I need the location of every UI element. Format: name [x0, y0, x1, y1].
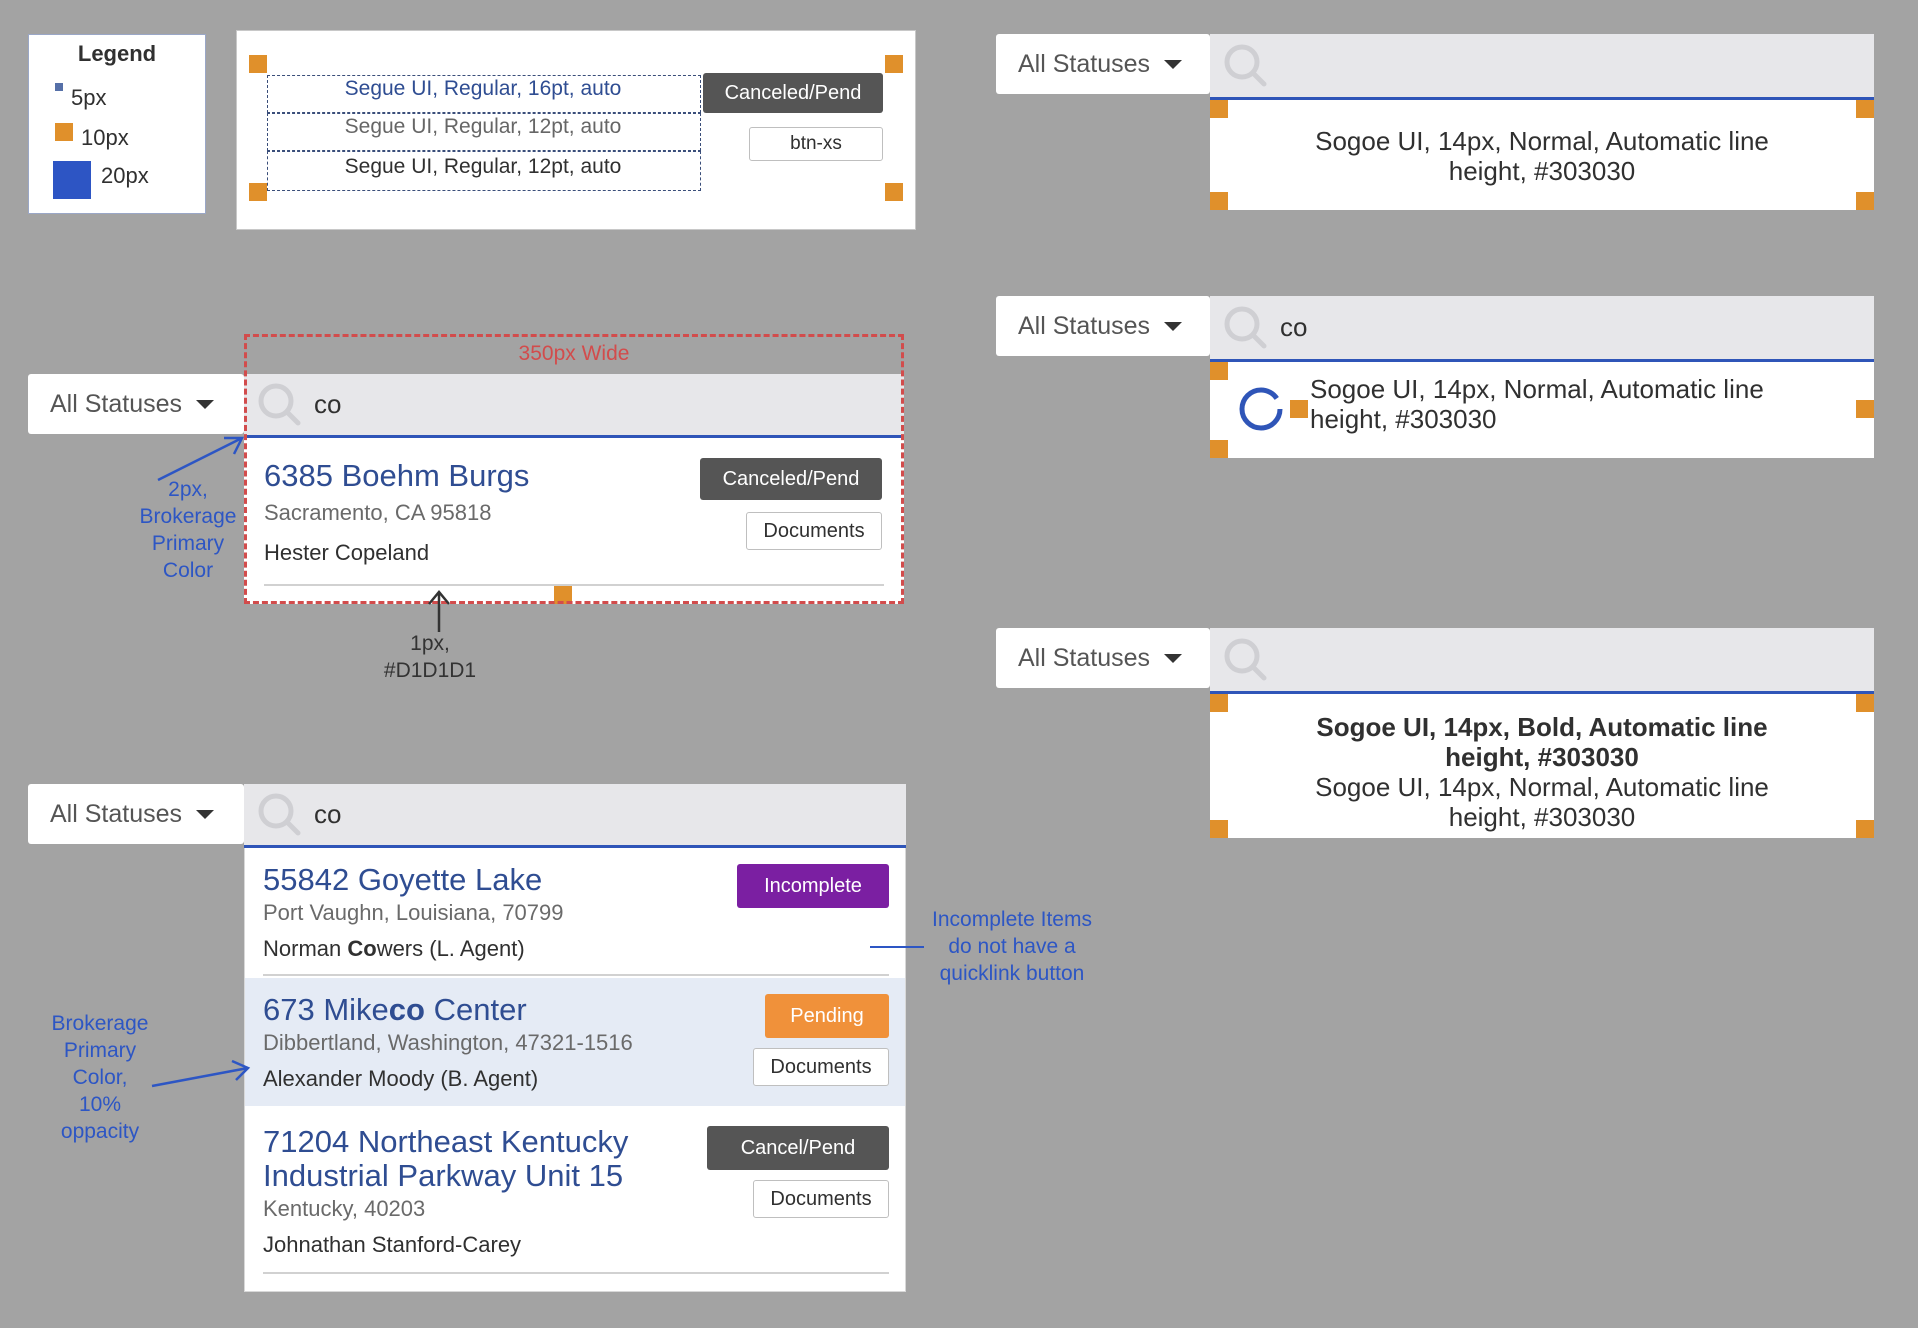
caret-down-icon	[196, 399, 215, 409]
divider	[263, 1272, 889, 1274]
list-item-highlighted[interactable]: 673 Mikeco Center Dibbertland, Washingto…	[245, 978, 905, 1106]
marker	[1290, 400, 1308, 418]
spec-line-3: Segue UI, Regular, 12pt, auto	[344, 155, 622, 178]
marker	[1856, 694, 1874, 712]
result-agent: Norman Cowers (L. Agent)	[263, 936, 525, 961]
result-title[interactable]: 673 Mikeco Center	[263, 992, 527, 1028]
marker	[1210, 362, 1228, 380]
search-match: co	[388, 992, 425, 1027]
incomplete-note-line	[870, 946, 924, 948]
width-guide	[244, 334, 904, 604]
search-icon	[258, 793, 301, 835]
search-icon	[1224, 638, 1267, 680]
state-text: Sogoe UI, 14px, Normal, Automatic line h…	[1310, 374, 1764, 434]
caret-down-icon	[1164, 59, 1183, 69]
legend-swatch-5px	[55, 83, 63, 91]
legend-swatch-10px	[55, 123, 73, 141]
marker	[1856, 400, 1874, 418]
marker	[1856, 192, 1874, 210]
highlight-arrow	[151, 1059, 251, 1088]
search-bar[interactable]: co	[244, 784, 906, 848]
status-filter-dropdown[interactable]: All Statuses	[996, 628, 1210, 688]
divider-note: 1px, #D1D1D1	[383, 632, 477, 682]
legend-label-10px: 10px	[81, 125, 129, 150]
list-item[interactable]: 55842 Goyette Lake Port Vaughn, Louisian…	[245, 848, 905, 976]
legend-label-20px: 20px	[101, 163, 149, 188]
search-input[interactable]: co	[1280, 312, 1307, 343]
status-badge[interactable]: Canceled/Pend	[703, 73, 883, 113]
state-panel-no-results: Sogoe UI, 14px, Bold, Automatic line hei…	[1210, 694, 1874, 838]
search-bar[interactable]	[1210, 34, 1874, 100]
legend-label-5px: 5px	[71, 85, 107, 110]
result-address: Port Vaughn, Louisiana, 70799	[263, 900, 564, 925]
marker	[1856, 100, 1874, 118]
result-agent: Johnathan Stanford-Carey	[263, 1232, 522, 1257]
search-icon	[1224, 306, 1267, 348]
marker	[885, 183, 903, 201]
divider	[263, 974, 889, 976]
status-badge[interactable]: Incomplete	[737, 864, 889, 908]
caret-down-icon	[196, 809, 215, 819]
result-title-line-1[interactable]: 71204 Northeast Kentucky	[263, 1124, 628, 1160]
state-panel-loading: Sogoe UI, 14px, Normal, Automatic line h…	[1210, 362, 1874, 458]
legend-box: Legend 5px 10px 20px	[28, 34, 206, 214]
status-filter-dropdown[interactable]: All Statuses	[996, 296, 1210, 356]
status-filter-dropdown[interactable]: All Statuses	[28, 784, 244, 844]
status-filter-label: All Statuses	[50, 389, 183, 418]
legend-swatch-20px	[53, 161, 91, 199]
legend-title: Legend	[77, 41, 157, 66]
documents-button[interactable]: Documents	[753, 1048, 889, 1086]
status-filter-label: All Statuses	[1018, 643, 1151, 672]
search-icon	[1224, 44, 1267, 86]
marker	[1210, 192, 1228, 210]
marker	[249, 183, 267, 201]
marker	[1210, 440, 1228, 458]
result-agent: Alexander Moody (B. Agent)	[263, 1066, 539, 1091]
spec-line-2: Segue UI, Regular, 12pt, auto	[344, 115, 622, 138]
state-panel-empty: Sogoe UI, 14px, Normal, Automatic line h…	[1210, 100, 1874, 210]
result-address: Kentucky, 40203	[263, 1196, 426, 1221]
divider-arrow	[428, 590, 450, 632]
spec-card: Segue UI, Regular, 16pt, auto Segue UI, …	[236, 30, 916, 230]
incomplete-note: Incomplete Items do not have a quicklink…	[932, 908, 1092, 985]
state-text: Sogoe UI, 14px, Bold, Automatic line hei…	[1315, 712, 1769, 832]
search-match: Co	[347, 936, 377, 961]
marker	[1210, 100, 1228, 118]
results-list: 55842 Goyette Lake Port Vaughn, Louisian…	[244, 848, 906, 1292]
status-filter-label: All Statuses	[1018, 49, 1151, 78]
border-note: 2px, Brokerage Primary Color	[139, 478, 237, 582]
btn-xs-example[interactable]: btn-xs	[749, 127, 883, 161]
status-filter-label: All Statuses	[1018, 311, 1151, 340]
status-filter-dropdown[interactable]: All Statuses	[28, 374, 244, 434]
width-note: 350px Wide	[518, 342, 630, 365]
result-title-line-2[interactable]: Industrial Parkway Unit 15	[263, 1158, 623, 1194]
search-bar[interactable]: co	[1210, 296, 1874, 362]
marker	[1210, 694, 1228, 712]
search-input[interactable]: co	[314, 799, 341, 830]
caret-down-icon	[1164, 653, 1183, 663]
state-text: Sogoe UI, 14px, Normal, Automatic line h…	[1315, 126, 1769, 186]
caret-down-icon	[1164, 321, 1183, 331]
marker	[249, 55, 267, 73]
status-badge[interactable]: Pending	[765, 994, 889, 1038]
search-bar[interactable]	[1210, 628, 1874, 694]
documents-button[interactable]: Documents	[753, 1180, 889, 1218]
status-badge[interactable]: Cancel/Pend	[707, 1126, 889, 1170]
loading-spinner-icon	[1239, 387, 1283, 431]
list-item[interactable]: 71204 Northeast Kentucky Industrial Park…	[245, 1110, 905, 1290]
status-filter-label: All Statuses	[50, 799, 183, 828]
result-address: Dibbertland, Washington, 47321-1516	[263, 1030, 633, 1055]
marker	[885, 55, 903, 73]
result-title[interactable]: 55842 Goyette Lake	[263, 862, 542, 898]
status-filter-dropdown[interactable]: All Statuses	[996, 34, 1210, 94]
spec-line-1: Segue UI, Regular, 16pt, auto	[344, 77, 622, 100]
